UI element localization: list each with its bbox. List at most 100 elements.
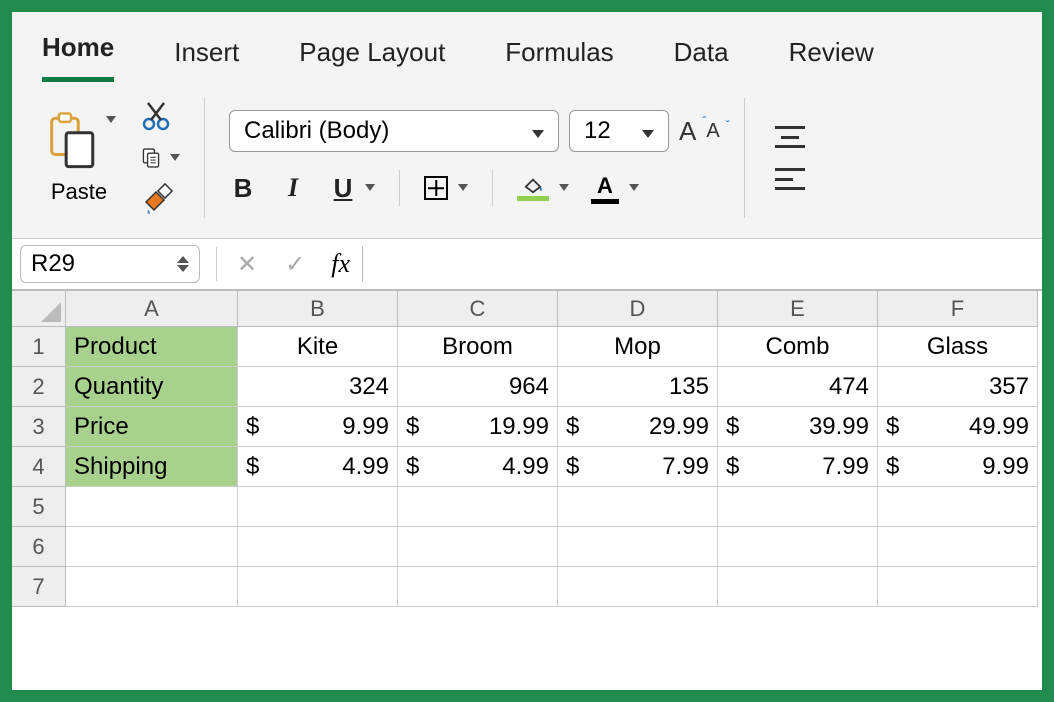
cell[interactable] bbox=[66, 487, 238, 527]
cell[interactable] bbox=[66, 567, 238, 607]
ribbon: Paste bbox=[12, 82, 1042, 239]
cell[interactable] bbox=[558, 567, 718, 607]
cell[interactable]: 357 bbox=[878, 367, 1038, 407]
tab-page-layout[interactable]: Page Layout bbox=[299, 37, 445, 82]
cell[interactable] bbox=[878, 487, 1038, 527]
confirm-formula-icon[interactable]: ✓ bbox=[271, 250, 319, 279]
cell[interactable]: $39.99 bbox=[718, 407, 878, 447]
cell[interactable]: Mop bbox=[558, 327, 718, 367]
paste-group: Paste bbox=[42, 92, 116, 224]
cell[interactable] bbox=[238, 527, 398, 567]
fx-label[interactable]: fx bbox=[319, 249, 362, 279]
formula-input[interactable] bbox=[362, 246, 1042, 282]
cut-icon[interactable] bbox=[140, 98, 180, 134]
paste-icon[interactable] bbox=[42, 111, 100, 169]
tab-insert[interactable]: Insert bbox=[174, 37, 239, 82]
cell[interactable]: 135 bbox=[558, 367, 718, 407]
divider bbox=[744, 98, 745, 218]
cell[interactable] bbox=[238, 567, 398, 607]
row-header[interactable]: 7 bbox=[12, 567, 66, 607]
bold-button[interactable]: B bbox=[229, 173, 257, 204]
cell[interactable] bbox=[558, 527, 718, 567]
underline-dropdown-icon[interactable] bbox=[361, 179, 375, 197]
column-header[interactable]: A bbox=[66, 291, 238, 327]
column-header[interactable]: D bbox=[558, 291, 718, 327]
name-box[interactable]: R29 bbox=[20, 245, 200, 283]
italic-button[interactable]: I bbox=[279, 173, 307, 203]
cell[interactable]: Price bbox=[66, 407, 238, 447]
cell[interactable]: $9.99 bbox=[878, 447, 1038, 487]
fill-color-icon[interactable] bbox=[517, 176, 549, 201]
namebox-spinner-icon[interactable] bbox=[177, 256, 189, 272]
font-family-select[interactable]: Calibri (Body) bbox=[229, 110, 559, 152]
cell[interactable]: $7.99 bbox=[718, 447, 878, 487]
align-left-icon[interactable] bbox=[775, 168, 805, 190]
cell[interactable] bbox=[398, 487, 558, 527]
cell[interactable]: $7.99 bbox=[558, 447, 718, 487]
cell[interactable]: $9.99 bbox=[238, 407, 398, 447]
copy-icon[interactable] bbox=[140, 140, 180, 176]
cell[interactable] bbox=[66, 527, 238, 567]
cell[interactable]: Product bbox=[66, 327, 238, 367]
underline-button[interactable]: U bbox=[329, 173, 357, 204]
cell[interactable] bbox=[718, 487, 878, 527]
cell[interactable]: Quantity bbox=[66, 367, 238, 407]
column-header[interactable]: B bbox=[238, 291, 398, 327]
font-color-dropdown-icon[interactable] bbox=[625, 179, 639, 197]
font-group: Calibri (Body) 12 Aˆ Aˇ B I U bbox=[229, 92, 720, 224]
cell[interactable] bbox=[718, 527, 878, 567]
align-center-icon[interactable] bbox=[775, 126, 805, 148]
cell[interactable] bbox=[398, 527, 558, 567]
divider bbox=[216, 247, 217, 281]
chevron-down-icon bbox=[526, 117, 544, 145]
cell[interactable]: $4.99 bbox=[238, 447, 398, 487]
cell[interactable]: Glass bbox=[878, 327, 1038, 367]
divider bbox=[492, 170, 493, 206]
copy-dropdown-icon[interactable] bbox=[166, 149, 180, 167]
cell[interactable]: Broom bbox=[398, 327, 558, 367]
cell[interactable]: Comb bbox=[718, 327, 878, 367]
row-header[interactable]: 2 bbox=[12, 367, 66, 407]
cancel-formula-icon[interactable]: ✕ bbox=[223, 250, 271, 279]
cell[interactable] bbox=[878, 527, 1038, 567]
cell[interactable] bbox=[878, 567, 1038, 607]
formula-bar: R29 ✕ ✓ fx bbox=[12, 239, 1042, 291]
cell[interactable] bbox=[398, 567, 558, 607]
cell[interactable]: 474 bbox=[718, 367, 878, 407]
select-all-corner[interactable] bbox=[12, 291, 66, 327]
tab-review[interactable]: Review bbox=[789, 37, 874, 82]
column-header[interactable]: C bbox=[398, 291, 558, 327]
column-header[interactable]: E bbox=[718, 291, 878, 327]
font-size-select[interactable]: 12 bbox=[569, 110, 669, 152]
increase-font-icon[interactable]: Aˆ bbox=[679, 116, 696, 147]
borders-dropdown-icon[interactable] bbox=[454, 179, 468, 197]
format-painter-icon[interactable] bbox=[140, 182, 180, 218]
tab-home[interactable]: Home bbox=[42, 32, 114, 82]
cell[interactable]: $19.99 bbox=[398, 407, 558, 447]
borders-icon[interactable] bbox=[424, 176, 448, 200]
cell[interactable]: 964 bbox=[398, 367, 558, 407]
cell[interactable]: $29.99 bbox=[558, 407, 718, 447]
tab-formulas[interactable]: Formulas bbox=[505, 37, 613, 82]
fill-dropdown-icon[interactable] bbox=[555, 179, 569, 197]
cell[interactable]: $4.99 bbox=[398, 447, 558, 487]
cell[interactable]: 324 bbox=[238, 367, 398, 407]
ribbon-tabs: Home Insert Page Layout Formulas Data Re… bbox=[12, 12, 1042, 82]
row-header[interactable]: 4 bbox=[12, 447, 66, 487]
font-color-icon[interactable]: A bbox=[591, 173, 619, 204]
row-header[interactable]: 1 bbox=[12, 327, 66, 367]
row-header[interactable]: 6 bbox=[12, 527, 66, 567]
cell[interactable]: $49.99 bbox=[878, 407, 1038, 447]
cell[interactable] bbox=[238, 487, 398, 527]
cell[interactable] bbox=[558, 487, 718, 527]
paste-dropdown-icon[interactable] bbox=[102, 111, 116, 129]
row-header[interactable]: 3 bbox=[12, 407, 66, 447]
cell[interactable] bbox=[718, 567, 878, 607]
cell[interactable]: Kite bbox=[238, 327, 398, 367]
decrease-font-icon[interactable]: Aˇ bbox=[706, 120, 719, 143]
row-header[interactable]: 5 bbox=[12, 487, 66, 527]
spreadsheet-grid: A B C D E F 1 Product Kite Broom Mop Com… bbox=[12, 291, 1042, 607]
cell[interactable]: Shipping bbox=[66, 447, 238, 487]
column-header[interactable]: F bbox=[878, 291, 1038, 327]
tab-data[interactable]: Data bbox=[674, 37, 729, 82]
